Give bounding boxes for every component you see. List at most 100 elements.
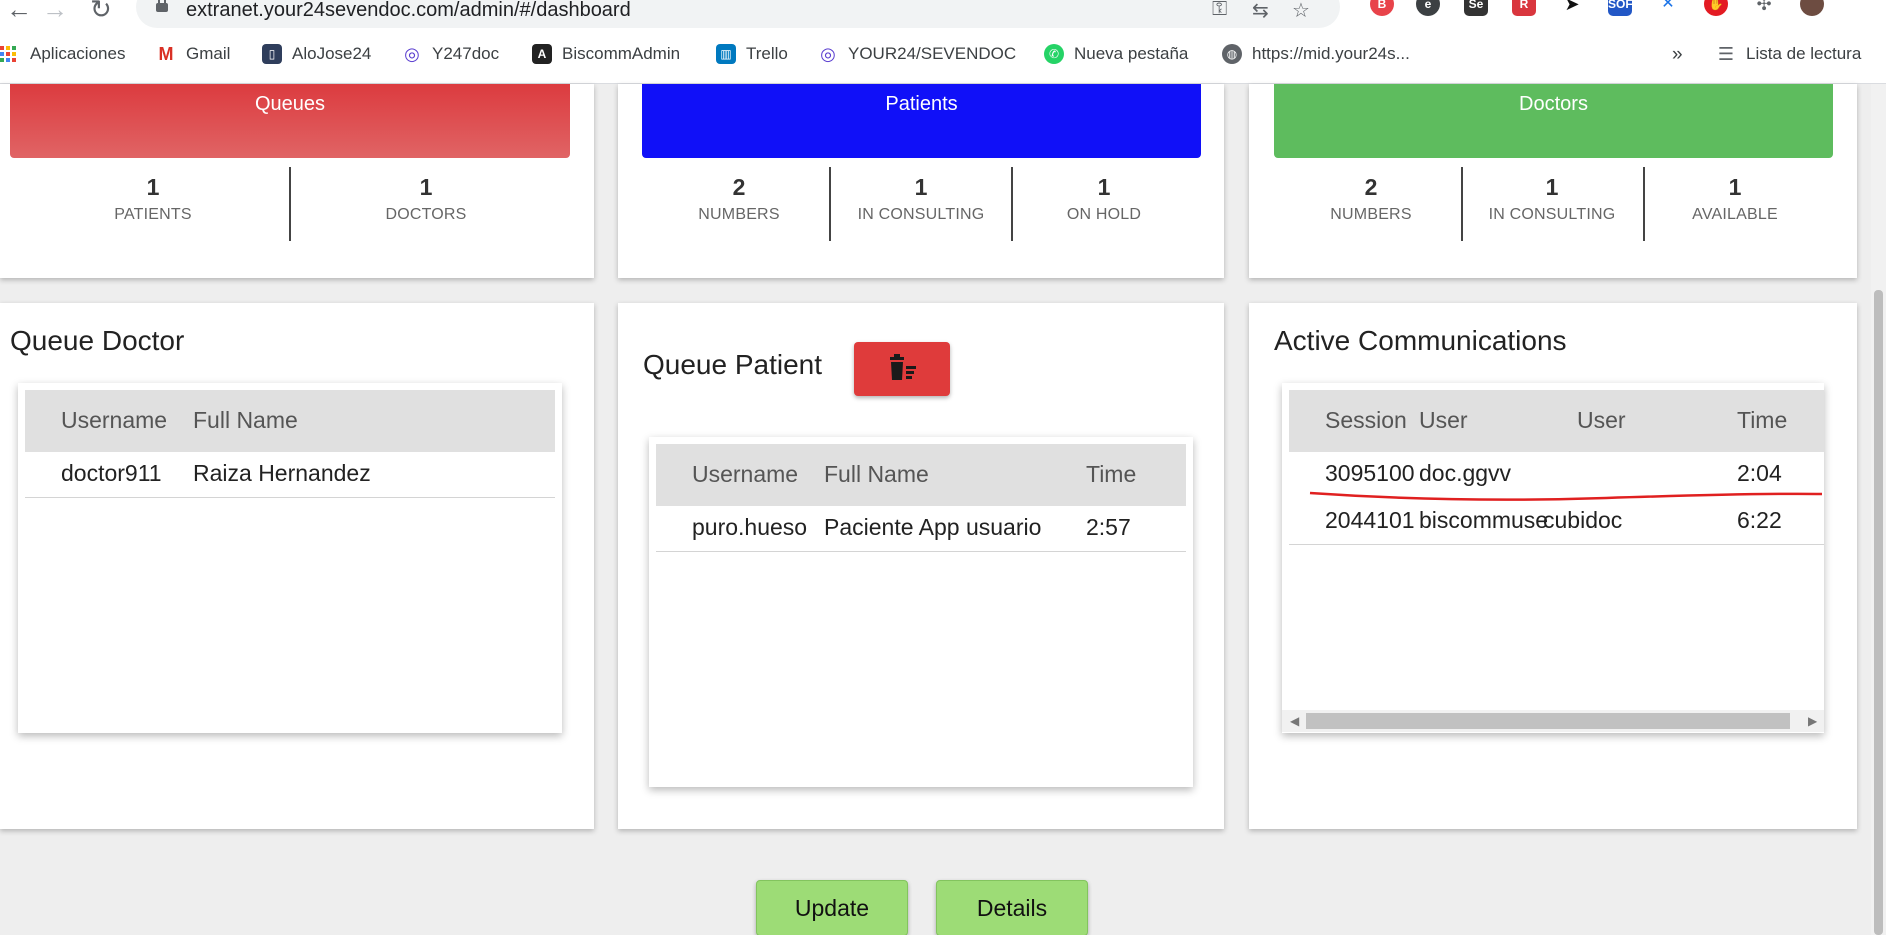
angular-icon: A: [532, 44, 552, 64]
cell-full-name: Raiza Hernandez: [193, 460, 371, 486]
more-bookmarks-button[interactable]: »: [1672, 44, 1683, 66]
doctors-numbers-stat: 2 NUMBERS: [1296, 172, 1446, 224]
active-communications-table: Session User User Time 3095100 doc.ggvv …: [1282, 383, 1824, 733]
column-header-time[interactable]: Time: [1086, 461, 1136, 488]
reading-list-icon: ☰: [1716, 44, 1736, 64]
table-row[interactable]: puro.hueso Paciente App usuario 2:57: [656, 506, 1186, 552]
patients-on-hold-stat: 1 ON HOLD: [1029, 172, 1179, 224]
patients-in-consulting-stat: 1 IN CONSULTING: [846, 172, 996, 224]
trash-list-icon: [890, 354, 916, 380]
stat-divider: [289, 167, 291, 241]
cell-username: doctor911: [61, 460, 162, 486]
bookmarks-bar: Aplicaciones M Gmail ▯ AloJose24 ◎ Y247d…: [0, 40, 1886, 72]
doctors-header: Doctors: [1274, 84, 1833, 158]
selenium-icon[interactable]: Se: [1464, 0, 1488, 16]
browser-chrome: ← → ↻ extranet.your24sevendoc.com/admin/…: [0, 0, 1886, 84]
scroll-left-icon[interactable]: ◀: [1290, 710, 1299, 732]
table-header: Session User User Time: [1289, 390, 1824, 452]
table-header: Username Full Name: [25, 390, 555, 452]
stat-divider: [1461, 167, 1463, 241]
bookmark-nueva-pestana[interactable]: ✆ Nueva pestaña: [1044, 44, 1188, 64]
table-row[interactable]: 2044101 biscommusern cubidoc 6:22: [1289, 499, 1824, 545]
stat-divider: [1643, 167, 1645, 241]
reading-list-button[interactable]: ☰ Lista de lectura: [1716, 44, 1861, 64]
column-header-username[interactable]: Username: [692, 461, 798, 488]
queue-patient-table: Username Full Name Time puro.hueso Pacie…: [649, 437, 1193, 787]
address-bar[interactable]: extranet.your24sevendoc.com/admin/#/dash…: [136, 0, 1340, 28]
adblock-icon[interactable]: ✋: [1704, 0, 1728, 16]
extension-red-icon[interactable]: B: [1370, 0, 1394, 16]
clear-queue-button[interactable]: [854, 342, 950, 396]
sof-icon[interactable]: SOF: [1608, 0, 1633, 16]
doctors-in-consulting-stat: 1 IN CONSULTING: [1477, 172, 1627, 224]
column-header-full-name[interactable]: Full Name: [824, 461, 929, 488]
bookmark-trello[interactable]: ▥ Trello: [716, 44, 788, 64]
bookmark-label: BiscommAdmin: [562, 44, 681, 63]
bookmark-label: Aplicaciones: [30, 44, 126, 63]
bookmark-icon: ▯: [262, 44, 282, 64]
stat-divider: [1011, 167, 1013, 241]
star-icon[interactable]: ☆: [1292, 0, 1310, 23]
stat-value: 1: [146, 174, 160, 200]
reading-list-label: Lista de lectura: [1746, 44, 1862, 63]
cell-full-name: Paciente App usuario: [824, 514, 1042, 540]
bookmark-label: AloJose24: [292, 44, 372, 63]
stat-label: AVAILABLE: [1692, 206, 1778, 223]
extension-e-icon[interactable]: e: [1416, 0, 1440, 16]
column-header-user[interactable]: User: [1419, 407, 1468, 434]
stat-label: IN CONSULTING: [857, 206, 985, 223]
stat-label: ON HOLD: [1066, 206, 1142, 223]
table-row[interactable]: doctor911 Raiza Hernandez: [25, 452, 555, 498]
active-communications-title: Active Communications: [1274, 325, 1567, 356]
forward-icon[interactable]: →: [42, 0, 68, 25]
translate-icon[interactable]: ⇆: [1252, 0, 1269, 23]
cell-user: biscommusern: [1419, 507, 1547, 533]
bookmark-gmail[interactable]: M Gmail: [156, 44, 230, 64]
column-header-session[interactable]: Session: [1325, 407, 1407, 434]
bookmark-y247doc[interactable]: ◎ Y247doc: [402, 44, 499, 64]
profile-avatar[interactable]: [1800, 0, 1824, 16]
scrollbar-thumb[interactable]: [1306, 713, 1790, 729]
page-scrollbar-thumb[interactable]: [1874, 290, 1883, 935]
bookmark-alojose24[interactable]: ▯ AloJose24: [262, 44, 371, 64]
reload-icon[interactable]: ↻: [90, 0, 112, 25]
extension-x-icon[interactable]: ✕: [1656, 0, 1680, 16]
bookmark-your24-sevendoc[interactable]: ◎ YOUR24/SEVENDOC: [818, 44, 1016, 64]
apps-grid-icon: [0, 46, 16, 62]
bookmark-label: Nueva pestaña: [1074, 44, 1189, 63]
stat-value: 1: [914, 174, 928, 200]
key-icon[interactable]: ⚿: [1212, 0, 1227, 21]
queue-doctor-table: Username Full Name doctor911 Raiza Herna…: [18, 383, 562, 733]
update-button[interactable]: Update: [756, 880, 908, 935]
stat-value: 1: [1545, 174, 1559, 200]
cursor-extension-icon[interactable]: ➤: [1560, 0, 1584, 16]
queues-doctors-stat: 1 DOCTORS: [331, 172, 521, 224]
stat-label: NUMBERS: [1330, 206, 1412, 223]
extension-r-icon[interactable]: R: [1512, 0, 1536, 16]
column-header-time[interactable]: Time: [1737, 407, 1787, 434]
column-header-full-name[interactable]: Full Name: [193, 407, 298, 434]
column-header-user[interactable]: User: [1577, 407, 1626, 434]
details-button[interactable]: Details: [936, 880, 1088, 935]
queues-header: Queues: [10, 84, 570, 158]
queue-doctor-title: Queue Doctor: [10, 325, 185, 356]
cell-session: 2044101: [1325, 507, 1415, 533]
stat-value: 1: [1097, 174, 1111, 200]
bookmark-biscommadmin[interactable]: A BiscommAdmin: [532, 44, 680, 64]
stat-label: PATIENTS: [114, 206, 192, 223]
scroll-right-icon[interactable]: ▶: [1808, 710, 1817, 732]
bookmark-mid-your24s[interactable]: ◍ https://mid.your24s...: [1222, 44, 1410, 64]
your247-icon: ◎: [402, 44, 422, 64]
extensions-puzzle-icon[interactable]: ✣: [1752, 0, 1776, 16]
stat-label: IN CONSULTING: [1488, 206, 1616, 223]
stat-label: NUMBERS: [698, 206, 780, 223]
horizontal-scrollbar[interactable]: ◀ ▶: [1282, 710, 1824, 732]
gmail-icon: M: [156, 44, 176, 64]
table-header: Username Full Name Time: [656, 444, 1186, 506]
bookmark-apps[interactable]: Aplicaciones: [0, 44, 125, 64]
bookmark-label: YOUR24/SEVENDOC: [848, 44, 1017, 63]
stat-divider: [829, 167, 831, 241]
back-icon[interactable]: ←: [6, 0, 32, 25]
column-header-username[interactable]: Username: [61, 407, 167, 434]
lock-icon[interactable]: [156, 0, 168, 12]
